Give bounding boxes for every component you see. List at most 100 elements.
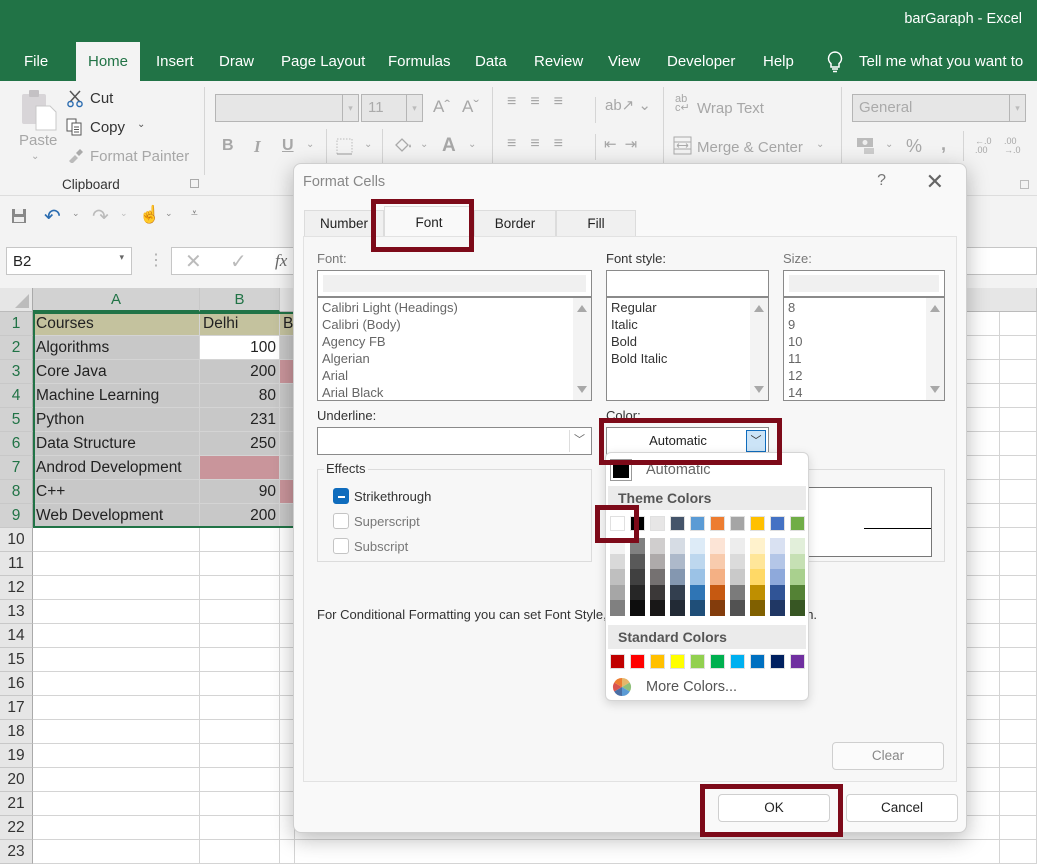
theme-shade-swatch[interactable] xyxy=(750,553,765,570)
name-box[interactable]: B2 ▾ xyxy=(6,247,132,275)
theme-shade-swatch[interactable] xyxy=(790,553,805,570)
row-header[interactable]: 2 xyxy=(0,336,33,360)
cell-rest[interactable] xyxy=(1000,552,1037,576)
subscript-label[interactable]: Subscript xyxy=(354,539,408,554)
standard-color-swatch[interactable] xyxy=(750,654,765,669)
cell-b[interactable] xyxy=(200,528,280,552)
theme-shade-swatch[interactable] xyxy=(630,584,645,601)
row-header[interactable]: 12 xyxy=(0,576,33,600)
theme-color-swatch[interactable] xyxy=(710,516,725,531)
theme-shade-swatch[interactable] xyxy=(790,569,805,585)
theme-color-swatch[interactable] xyxy=(730,516,745,531)
paste-dropdown-icon[interactable]: ⌄ xyxy=(31,151,39,162)
cell-rest[interactable] xyxy=(295,840,1000,864)
standard-color-swatch[interactable] xyxy=(610,654,625,669)
row-header[interactable]: 8 xyxy=(0,480,33,504)
theme-shade-swatch[interactable] xyxy=(670,569,685,585)
close-icon[interactable]: ✕ xyxy=(926,169,944,195)
fill-color-icon[interactable] xyxy=(393,136,413,158)
row-header[interactable]: 19 xyxy=(0,744,33,768)
cell-a[interactable]: Androd Development xyxy=(33,456,200,480)
cell-b[interactable] xyxy=(200,552,280,576)
theme-shade-swatch[interactable] xyxy=(650,553,665,570)
align-top-icons[interactable]: ≡≡≡ xyxy=(507,93,577,111)
cell-rest[interactable] xyxy=(1000,840,1037,864)
size-listbox[interactable]: 8 9 10 11 12 14 xyxy=(783,297,945,401)
italic-button[interactable]: I xyxy=(254,137,261,157)
cell-b[interactable]: 90 xyxy=(200,480,280,504)
ok-button[interactable]: OK xyxy=(718,794,830,822)
size-list-scrollbar[interactable] xyxy=(926,298,944,400)
touch-dropdown-icon[interactable]: ⌄ xyxy=(165,208,173,219)
list-item[interactable]: Italic xyxy=(607,316,768,333)
list-item[interactable]: Arial xyxy=(318,367,591,384)
cell-a[interactable]: C++ xyxy=(33,480,200,504)
paste-icon[interactable] xyxy=(22,90,58,135)
percent-button[interactable]: % xyxy=(906,136,922,157)
font-size-combo[interactable]: 11 ▾ xyxy=(361,94,423,122)
redo-dropdown-icon[interactable]: ⌄ xyxy=(120,208,128,219)
chevron-down-icon[interactable]: ﹀ xyxy=(569,430,589,452)
theme-shade-swatch[interactable] xyxy=(790,584,805,601)
cell-rest[interactable] xyxy=(1000,432,1037,456)
cancel-formula-icon[interactable]: ✕ xyxy=(185,249,202,274)
cell-a[interactable] xyxy=(33,840,200,864)
cell-a[interactable] xyxy=(33,792,200,816)
cell-rest[interactable] xyxy=(1000,384,1037,408)
theme-shade-swatch[interactable] xyxy=(630,538,645,554)
accounting-format-icon[interactable] xyxy=(856,137,876,159)
undo-dropdown-icon[interactable]: ⌄ xyxy=(72,208,80,219)
paste-button[interactable]: Paste xyxy=(19,132,57,149)
cell-b[interactable] xyxy=(200,576,280,600)
superscript-label[interactable]: Superscript xyxy=(354,514,420,529)
theme-shade-swatch[interactable] xyxy=(690,538,705,554)
tab-developer[interactable]: Developer xyxy=(655,42,747,81)
list-item[interactable]: Calibri Light (Headings) xyxy=(318,299,591,316)
cell-rest[interactable] xyxy=(1000,360,1037,384)
chevron-down-icon[interactable]: ▾ xyxy=(406,95,422,121)
standard-color-swatch[interactable] xyxy=(690,654,705,669)
tab-border[interactable]: Border xyxy=(474,210,556,236)
list-item[interactable]: 9 xyxy=(784,316,944,333)
format-painter-button[interactable]: Format Painter xyxy=(90,148,189,165)
size-input[interactable] xyxy=(783,270,945,297)
tab-help[interactable]: Help xyxy=(751,42,806,81)
cell-rest[interactable] xyxy=(1000,696,1037,720)
theme-color-swatch[interactable] xyxy=(690,516,705,531)
row-header[interactable]: 23 xyxy=(0,840,33,864)
font-input[interactable] xyxy=(317,270,592,297)
select-all-corner[interactable] xyxy=(0,288,33,312)
cell-a[interactable] xyxy=(33,552,200,576)
standard-color-swatch[interactable] xyxy=(790,654,805,669)
list-item[interactable]: 12 xyxy=(784,367,944,384)
increase-decimal-button[interactable]: ←.0 .00 xyxy=(975,137,992,155)
number-format-combo[interactable]: General ▾ xyxy=(852,94,1026,122)
theme-shade-swatch[interactable] xyxy=(750,538,765,554)
cell-b[interactable] xyxy=(200,744,280,768)
customize-qat-icon[interactable]: ⩡ xyxy=(191,206,198,221)
chevron-down-icon[interactable]: ▾ xyxy=(342,95,358,121)
standard-color-swatch[interactable] xyxy=(670,654,685,669)
insert-function-button[interactable]: fx xyxy=(275,251,287,271)
number-launcher-icon[interactable] xyxy=(1020,180,1029,189)
list-item[interactable]: Bold Italic xyxy=(607,350,768,367)
tab-draw[interactable]: Draw xyxy=(207,42,266,81)
theme-shade-swatch[interactable] xyxy=(750,584,765,601)
cell-a[interactable] xyxy=(33,576,200,600)
cell-rest[interactable] xyxy=(1000,576,1037,600)
underline-dropdown-icon[interactable]: ⌄ xyxy=(306,139,314,150)
theme-shade-swatch[interactable] xyxy=(730,538,745,554)
cell-a[interactable]: Python xyxy=(33,408,200,432)
superscript-checkbox[interactable] xyxy=(333,513,349,529)
row-header[interactable]: 21 xyxy=(0,792,33,816)
list-item[interactable]: Regular xyxy=(607,299,768,316)
cell-b[interactable] xyxy=(200,768,280,792)
merge-center-button[interactable]: Merge & Center xyxy=(697,139,803,156)
underline-select[interactable]: ﹀ xyxy=(317,427,592,455)
theme-shade-swatch[interactable] xyxy=(610,584,625,601)
cell-b[interactable] xyxy=(200,624,280,648)
cell-a[interactable]: Core Java xyxy=(33,360,200,384)
scroll-down-icon[interactable] xyxy=(577,386,587,393)
theme-shade-swatch[interactable] xyxy=(610,600,625,616)
row-header[interactable]: 1 xyxy=(0,312,33,336)
